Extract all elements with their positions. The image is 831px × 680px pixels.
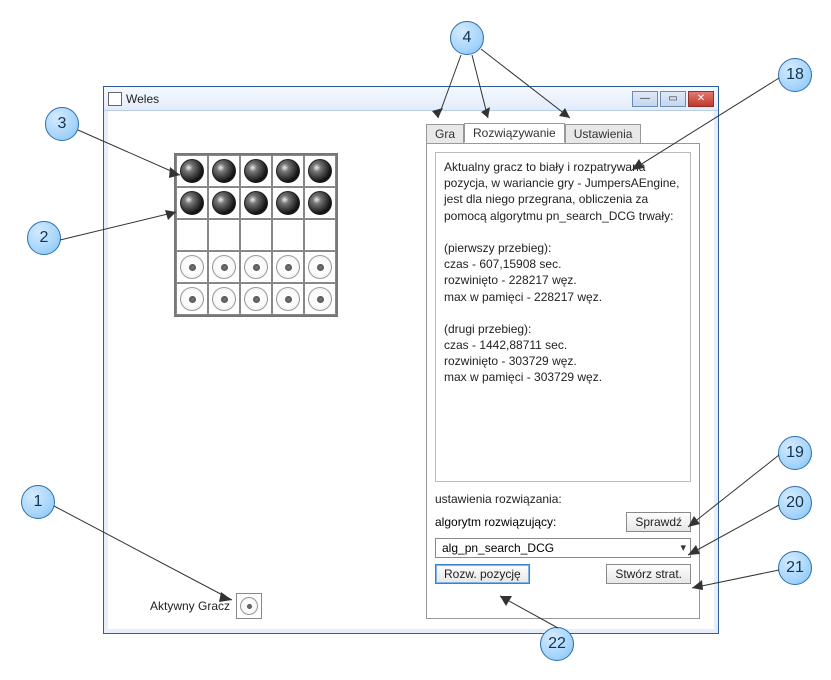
white-piece-icon: [240, 597, 258, 615]
app-icon: [108, 92, 122, 106]
white-piece-icon: [276, 255, 300, 279]
callout-1: 1: [21, 485, 55, 519]
callout-19: 19: [778, 436, 812, 470]
maximize-button[interactable]: ▭: [660, 91, 686, 107]
tab-bar: Gra Rozwiązywanie Ustawienia: [426, 123, 641, 143]
board-cell[interactable]: [176, 219, 208, 251]
algorithm-select-value: alg_pn_search_DCG: [442, 541, 554, 555]
board-cell[interactable]: [176, 283, 208, 315]
black-piece-icon: [244, 159, 268, 183]
white-piece-icon: [308, 287, 332, 311]
solve-position-button[interactable]: Rozw. pozycję: [435, 564, 530, 584]
black-piece-icon: [308, 159, 332, 183]
white-piece-icon: [180, 255, 204, 279]
active-player-indicator: Aktywny Gracz: [150, 593, 262, 619]
black-piece-icon: [180, 191, 204, 215]
board-cell[interactable]: [176, 251, 208, 283]
algorithm-label: algorytm rozwiązujący:: [435, 515, 556, 529]
white-piece-icon: [308, 255, 332, 279]
solver-panel: Aktualny gracz to biały i rozpatrywana p…: [426, 143, 700, 619]
callout-18: 18: [778, 58, 812, 92]
board-cell[interactable]: [304, 187, 336, 219]
active-player-piece-slot: [236, 593, 262, 619]
board-cell[interactable]: [304, 251, 336, 283]
board-cell[interactable]: [304, 155, 336, 187]
board-cell[interactable]: [240, 155, 272, 187]
board-cell[interactable]: [272, 155, 304, 187]
white-piece-icon: [212, 287, 236, 311]
board-cell[interactable]: [240, 219, 272, 251]
active-player-label: Aktywny Gracz: [150, 599, 230, 613]
board-cell[interactable]: [304, 283, 336, 315]
board-cell[interactable]: [208, 251, 240, 283]
close-button[interactable]: ✕: [688, 91, 714, 107]
black-piece-icon: [212, 159, 236, 183]
check-button[interactable]: Sprawdź: [626, 512, 691, 532]
white-piece-icon: [180, 287, 204, 311]
game-board[interactable]: [174, 153, 338, 317]
minimize-button[interactable]: —: [632, 91, 658, 107]
board-cell[interactable]: [176, 155, 208, 187]
board-cell[interactable]: [240, 187, 272, 219]
window-title: Weles: [126, 92, 632, 106]
callout-2: 2: [27, 221, 61, 255]
tab-ustawienia[interactable]: Ustawienia: [565, 124, 642, 144]
app-window: Weles — ▭ ✕ Aktywny Gracz Gra Rozwiązywa…: [103, 86, 719, 634]
black-piece-icon: [244, 191, 268, 215]
tab-gra[interactable]: Gra: [426, 124, 464, 144]
board-cell[interactable]: [176, 187, 208, 219]
board-cell[interactable]: [208, 187, 240, 219]
white-piece-icon: [244, 287, 268, 311]
callout-21: 21: [778, 551, 812, 585]
black-piece-icon: [276, 191, 300, 215]
callout-20: 20: [778, 486, 812, 520]
callout-22: 22: [540, 627, 574, 661]
board-cell[interactable]: [304, 219, 336, 251]
algorithm-select[interactable]: alg_pn_search_DCG: [435, 538, 691, 558]
board-cell[interactable]: [272, 283, 304, 315]
board-cell[interactable]: [272, 219, 304, 251]
black-piece-icon: [276, 159, 300, 183]
settings-label: ustawienia rozwiązania:: [435, 492, 691, 506]
titlebar[interactable]: Weles — ▭ ✕: [104, 87, 718, 111]
callout-4: 4: [450, 21, 484, 55]
black-piece-icon: [180, 159, 204, 183]
black-piece-icon: [308, 191, 332, 215]
board-cell[interactable]: [240, 251, 272, 283]
black-piece-icon: [212, 191, 236, 215]
board-cell[interactable]: [208, 283, 240, 315]
board-cell[interactable]: [240, 283, 272, 315]
create-strategy-button[interactable]: Stwórz strat.: [606, 564, 691, 584]
callout-3: 3: [45, 107, 79, 141]
white-piece-icon: [244, 255, 268, 279]
board-cell[interactable]: [208, 155, 240, 187]
white-piece-icon: [276, 287, 300, 311]
board-cell[interactable]: [208, 219, 240, 251]
client-area: Aktywny Gracz Gra Rozwiązywanie Ustawien…: [110, 115, 712, 627]
tab-rozwiazywanie[interactable]: Rozwiązywanie: [464, 123, 565, 143]
white-piece-icon: [212, 255, 236, 279]
solver-result-text: Aktualny gracz to biały i rozpatrywana p…: [435, 152, 691, 482]
board-cell[interactable]: [272, 251, 304, 283]
board-cell[interactable]: [272, 187, 304, 219]
